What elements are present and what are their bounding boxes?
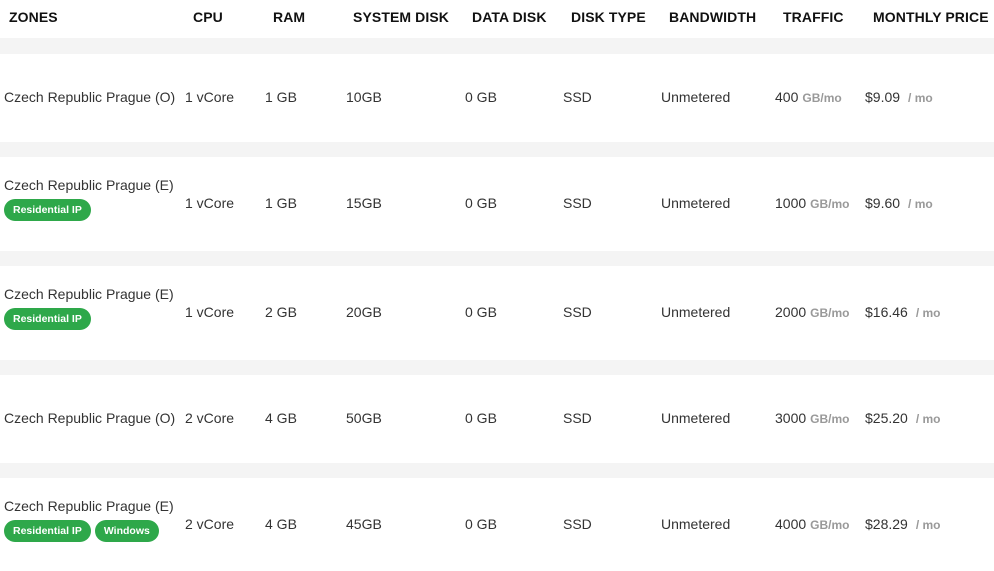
traffic-unit: GB/mo xyxy=(810,412,850,426)
data-disk-cell: 0 GB xyxy=(465,515,497,532)
price-unit: / mo xyxy=(915,412,941,426)
price-value: $25.20 xyxy=(865,410,908,426)
badge-group: Residential IP xyxy=(4,199,174,221)
data-disk-cell: 0 GB xyxy=(465,304,497,320)
traffic-value: 2000 xyxy=(775,304,807,320)
system-disk-cell: 20GB xyxy=(346,304,382,320)
traffic-unit: GB/mo xyxy=(810,517,850,532)
feature-badge: Residential IP xyxy=(4,308,91,330)
traffic-cell: 3000 GB/mo xyxy=(775,410,850,426)
price-cell: $9.09 / mo xyxy=(865,89,933,105)
data-disk-cell: 0 GB xyxy=(465,195,497,211)
price-unit: / mo xyxy=(915,306,941,320)
ram-cell: 2 GB xyxy=(265,304,297,320)
table-row[interactable]: Czech Republic Prague (E) Residential IP 1… xyxy=(0,266,994,360)
zone-cell: Czech Republic Prague (E) Residential IP W… xyxy=(4,498,174,542)
system-disk-cell: 45GB xyxy=(346,515,382,532)
zone-name: Czech Republic Prague (O) xyxy=(4,89,176,105)
traffic-value: 3000 xyxy=(775,410,807,426)
disk-type-cell: SSD xyxy=(563,195,592,211)
cpu-cell: 2 vCore xyxy=(185,515,235,532)
price-cell: $25.20 / mo xyxy=(865,410,941,426)
traffic-cell: 1000 GB/mo xyxy=(775,195,850,211)
header-bandwidth: BANDWIDTH xyxy=(669,9,757,25)
cpu-cell: 1 vCore xyxy=(185,304,235,320)
price-value: $16.46 xyxy=(865,304,908,320)
table-row[interactable]: Czech Republic Prague (E) Residential IP W… xyxy=(0,478,994,571)
header-ram: RAM xyxy=(273,9,306,25)
zone-name: Czech Republic Prague (E) xyxy=(4,497,174,514)
table-row[interactable]: Czech Republic Prague (E) Residential IP 1… xyxy=(0,157,994,251)
header-traffic: TRAFFIC xyxy=(783,9,844,25)
header-zones: ZONES xyxy=(9,9,58,25)
disk-type-cell: SSD xyxy=(563,304,592,320)
ram-cell: 1 GB xyxy=(265,89,297,105)
price-value: $9.60 xyxy=(865,195,901,211)
ram-cell: 4 GB xyxy=(265,515,297,532)
bandwidth-cell: Unmetered xyxy=(661,515,731,532)
table-row[interactable]: Czech Republic Prague (O) 2 vCore 4 GB 50GB… xyxy=(0,375,994,463)
table-row[interactable]: Czech Republic Prague (O) 1 vCore 1 GB 10GB… xyxy=(0,54,994,142)
badge-group: Residential IP Windows xyxy=(4,519,174,542)
price-cell: $9.60 / mo xyxy=(865,195,933,211)
traffic-cell: 4000 GB/mo xyxy=(775,516,850,532)
zone-name: Czech Republic Prague (O) xyxy=(4,410,176,426)
traffic-value: 4000 xyxy=(775,515,807,532)
price-unit: / mo xyxy=(908,91,933,105)
traffic-value: 1000 xyxy=(775,195,807,211)
feature-badge: Residential IP xyxy=(4,519,91,542)
disk-type-cell: SSD xyxy=(563,515,592,532)
zone-cell: Czech Republic Prague (E) Residential IP xyxy=(4,286,174,330)
zone-cell: Czech Republic Prague (E) Residential IP xyxy=(4,177,174,221)
data-disk-cell: 0 GB xyxy=(465,410,497,426)
bandwidth-cell: Unmetered xyxy=(661,89,731,105)
price-unit: / mo xyxy=(915,517,941,532)
price-value: $9.09 xyxy=(865,89,901,105)
bandwidth-cell: Unmetered xyxy=(661,410,731,426)
data-disk-cell: 0 GB xyxy=(465,89,497,105)
table-header: ZONES CPU RAM SYSTEM DISK DATA DISK DISK… xyxy=(0,0,994,38)
price-cell: $28.29 / mo xyxy=(865,516,941,532)
traffic-cell: 2000 GB/mo xyxy=(775,304,850,320)
feature-badge: Residential IP xyxy=(4,199,91,221)
cpu-cell: 2 vCore xyxy=(185,410,235,426)
zone-cell: Czech Republic Prague (O) xyxy=(4,89,175,105)
zone-cell: Czech Republic Prague (O) xyxy=(4,410,175,426)
header-cpu: CPU xyxy=(193,9,223,25)
zone-name: Czech Republic Prague (E) xyxy=(4,177,174,193)
cpu-cell: 1 vCore xyxy=(185,89,235,105)
header-data-disk: DATA DISK xyxy=(472,9,547,25)
zone-name: Czech Republic Prague (E) xyxy=(4,286,174,302)
traffic-cell: 400 GB/mo xyxy=(775,89,842,105)
header-disk-type: DISK TYPE xyxy=(571,9,646,25)
price-cell: $16.46 / mo xyxy=(865,304,941,320)
traffic-value: 400 xyxy=(775,89,799,105)
traffic-unit: GB/mo xyxy=(810,197,850,211)
header-monthly-price: MONTHLY PRICE xyxy=(873,9,989,25)
feature-badge: Windows xyxy=(94,519,159,542)
disk-type-cell: SSD xyxy=(563,89,592,105)
system-disk-cell: 50GB xyxy=(346,410,382,426)
system-disk-cell: 10GB xyxy=(346,89,382,105)
ram-cell: 4 GB xyxy=(265,410,297,426)
disk-type-cell: SSD xyxy=(563,410,592,426)
bandwidth-cell: Unmetered xyxy=(661,195,731,211)
bandwidth-cell: Unmetered xyxy=(661,304,731,320)
traffic-unit: GB/mo xyxy=(802,91,842,105)
badge-group: Residential IP xyxy=(4,308,174,330)
price-value: $28.29 xyxy=(865,515,908,532)
cpu-cell: 1 vCore xyxy=(185,195,235,211)
header-system-disk: SYSTEM DISK xyxy=(353,9,450,25)
traffic-unit: GB/mo xyxy=(810,306,850,320)
price-unit: / mo xyxy=(908,197,933,211)
ram-cell: 1 GB xyxy=(265,195,297,211)
system-disk-cell: 15GB xyxy=(346,195,382,211)
